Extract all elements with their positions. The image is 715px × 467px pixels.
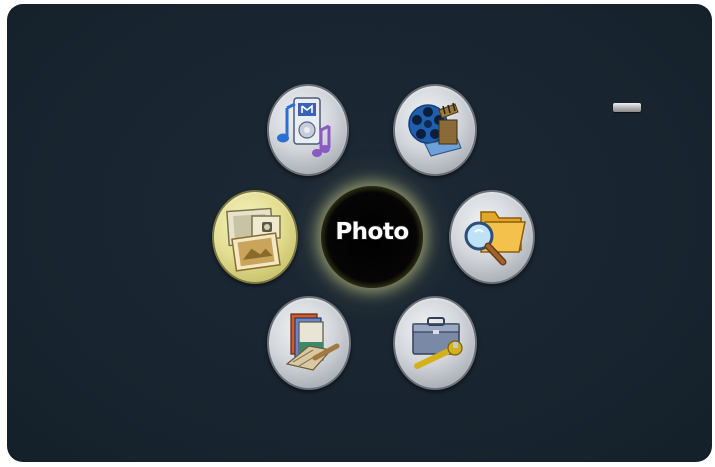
- music-button[interactable]: [267, 84, 349, 176]
- file-browser-button[interactable]: [449, 190, 535, 284]
- screen: Photo: [7, 4, 712, 462]
- photos-icon: [226, 207, 281, 272]
- film-reel-icon: [408, 102, 462, 157]
- status-indicator: [613, 103, 641, 112]
- music-player-icon: [277, 97, 331, 157]
- folder-search-icon: [464, 211, 526, 266]
- edit-button[interactable]: [267, 296, 351, 390]
- book-brush-icon: [285, 313, 340, 371]
- center-label-disc: Photo: [321, 186, 423, 288]
- movie-button[interactable]: [393, 84, 477, 176]
- photo-button[interactable]: [212, 190, 298, 284]
- center-label: Photo: [335, 218, 410, 246]
- toolbox-wrench-icon: [412, 317, 463, 369]
- setup-button[interactable]: [393, 296, 477, 390]
